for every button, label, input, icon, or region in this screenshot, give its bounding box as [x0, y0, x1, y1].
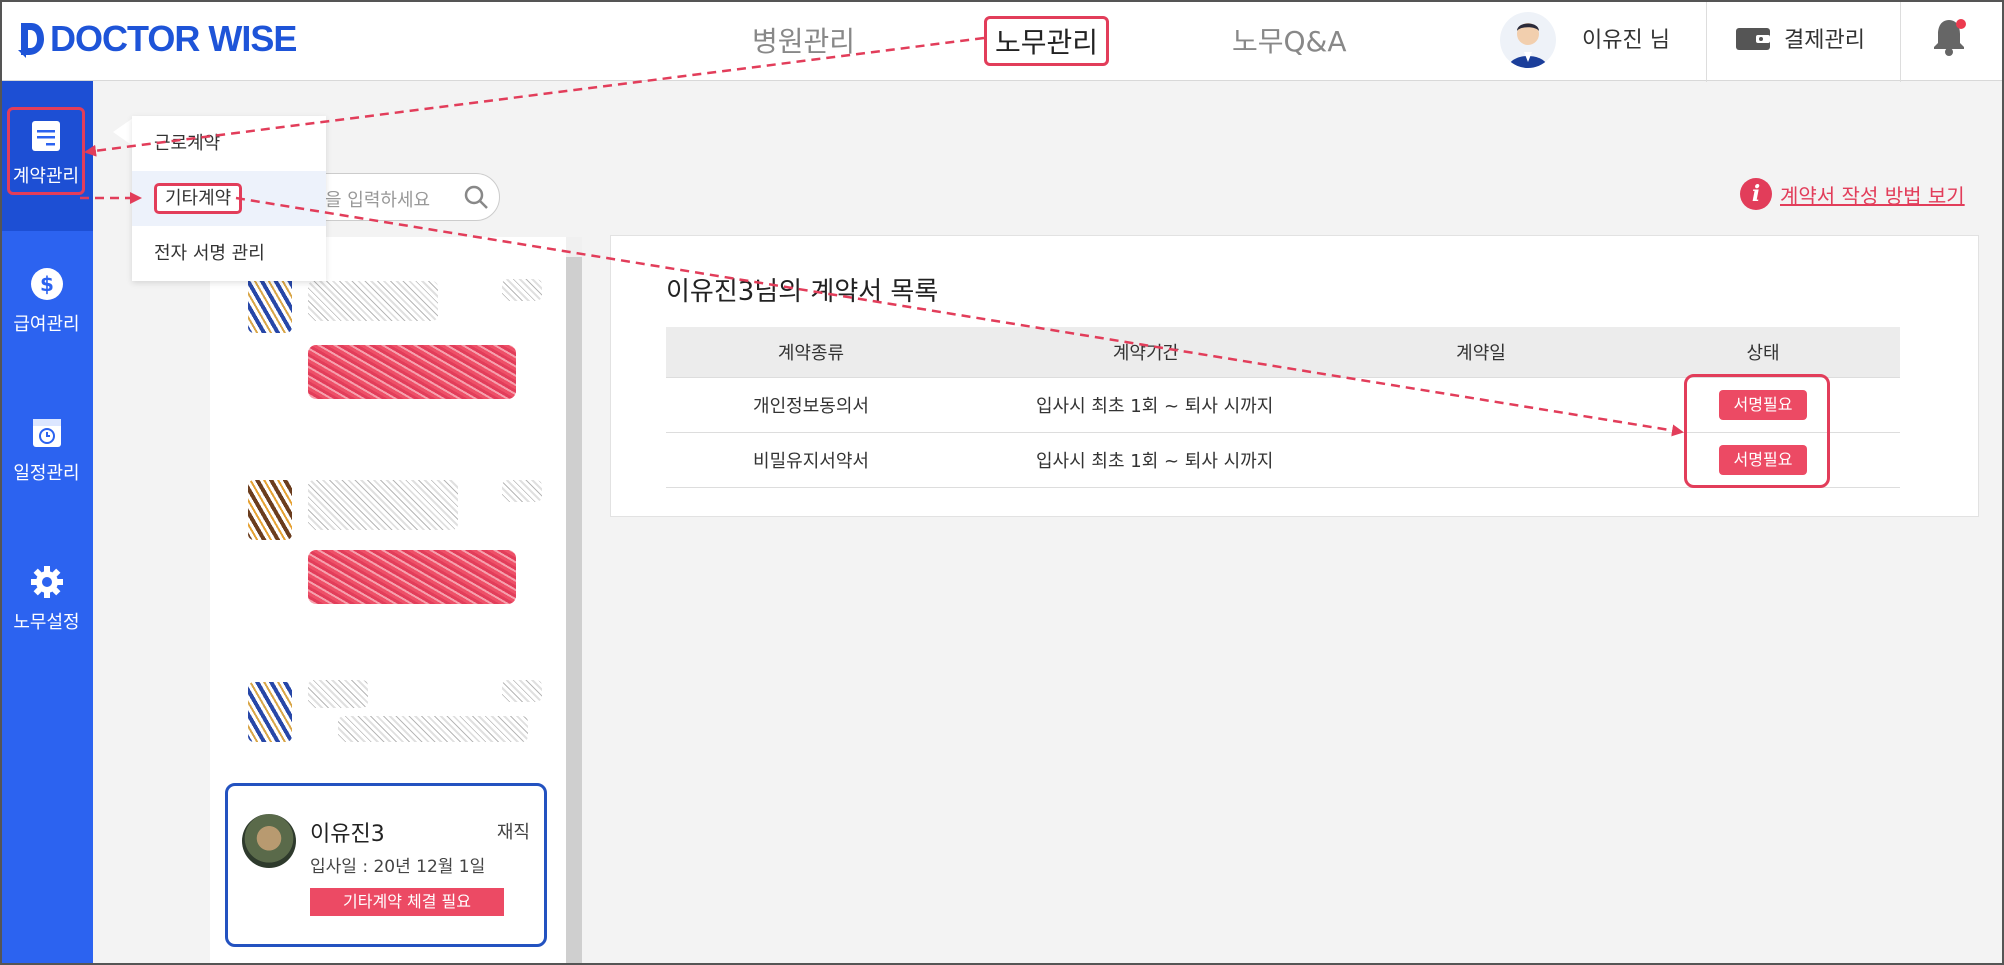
submenu-item-labor-contract[interactable]: 근로계약 [132, 116, 326, 171]
page-title: 이유진3님의 계약서 목록 [666, 277, 939, 307]
redacted-text [502, 680, 542, 702]
submenu-item-label: 근로계약 [154, 133, 221, 154]
dollar-icon: $ [30, 268, 63, 300]
redacted-avatar [248, 480, 292, 540]
user-name[interactable]: 이유진 님 [1582, 22, 1670, 54]
redacted-text [308, 281, 438, 321]
logo[interactable]: DOCTOR WISE [18, 18, 297, 59]
annotation-highlight-box [1684, 374, 1830, 488]
redacted-avatar [248, 273, 292, 333]
payment-management-button[interactable]: 결제관리 [1736, 22, 1865, 54]
submenu-item-label: 전자 서명 관리 [154, 243, 265, 264]
search-placeholder: 을 입력하세요 [325, 190, 431, 211]
redacted-avatar [248, 682, 292, 742]
notification-bell-icon[interactable] [1930, 16, 1968, 56]
nav-labor-qna[interactable]: 노무Q&A [1232, 20, 1347, 60]
sidebar-item-contract[interactable]: 계약관리 [7, 107, 85, 195]
employee-card-redacted[interactable] [238, 263, 558, 413]
submenu-item-label: 기타계약 [154, 183, 243, 214]
redacted-text [308, 480, 458, 530]
sidebar-item-label: 급여관리 [13, 314, 80, 335]
employee-hire-date: 입사일 : 20년 12월 1일 [310, 857, 486, 877]
employee-status: 재직 [496, 822, 530, 843]
user-avatar-icon [1508, 23, 1548, 68]
column-header: 계약일 [1336, 327, 1626, 378]
sidebar-item-label: 계약관리 [12, 166, 80, 187]
employee-card-redacted[interactable] [238, 470, 558, 620]
sidebar-item-schedule[interactable]: 일정관리 [0, 415, 93, 485]
redacted-text [308, 680, 368, 708]
contract-type: 개인정보동의서 [666, 377, 956, 433]
logo-mark-icon [18, 23, 44, 58]
calendar-icon [32, 419, 61, 447]
contract-submenu: 근로계약 기타계약 전자 서명 관리 [132, 116, 326, 281]
submenu-item-e-signature[interactable]: 전자 서명 관리 [132, 226, 326, 281]
contract-type: 비밀유지서약서 [666, 432, 956, 488]
header-divider [1900, 2, 1901, 82]
nav-hospital-management[interactable]: 병원관리 [752, 20, 855, 60]
contract-date [1336, 432, 1626, 488]
sidebar-item-label: 노무설정 [13, 612, 80, 633]
info-icon: i [1740, 178, 1772, 210]
table-header-row: 계약종류 계약기간 계약일 상태 [666, 327, 1900, 378]
employee-name: 이유진3 [310, 822, 385, 847]
redacted-tag [308, 550, 516, 604]
avatar[interactable] [1500, 12, 1556, 68]
dropdown-caret [113, 118, 133, 146]
employee-avatar [242, 814, 296, 868]
contract-period: 입사시 최초 1회 ~ 퇴사 시까지 [956, 432, 1336, 488]
document-icon [32, 121, 60, 151]
logo-text: DOCTOR WISE [50, 18, 297, 59]
payment-label: 결제관리 [1784, 28, 1865, 53]
contract-date [1336, 377, 1626, 433]
submenu-item-other-contract[interactable]: 기타계약 [132, 171, 326, 226]
sidebar-item-label: 일정관리 [13, 463, 80, 484]
header-divider [1706, 2, 1707, 82]
column-header: 계약종류 [666, 327, 956, 378]
sidebar-item-payroll[interactable]: $ 급여관리 [0, 266, 93, 336]
contract-period: 입사시 최초 1회 ~ 퇴사 시까지 [956, 377, 1336, 433]
redacted-text [502, 279, 542, 301]
status-badge: 기타계약 체결 필요 [310, 888, 504, 916]
redacted-text [502, 480, 542, 502]
redacted-tag [308, 345, 516, 399]
sidebar: 계약관리 $ 급여관리 일정관리 노무설정 [0, 81, 93, 965]
top-header: DOCTOR WISE 병원관리 노무관리 노무Q&A 이유진 님 결제관리 [0, 0, 2004, 82]
guide-link-text: 계약서 작성 방법 보기 [1780, 183, 1965, 208]
nav-labor-management[interactable]: 노무관리 [984, 16, 1110, 66]
employee-list-scrollbar[interactable] [566, 237, 582, 965]
svg-text:$: $ [40, 272, 54, 296]
scroll-up-arrow[interactable] [566, 237, 582, 257]
redacted-text [338, 716, 528, 742]
contract-guide-link[interactable]: i 계약서 작성 방법 보기 [1740, 178, 1965, 210]
employee-card-selected[interactable]: 이유진3 재직 입사일 : 20년 12월 1일 기타계약 체결 필요 [225, 783, 547, 947]
column-header: 계약기간 [956, 327, 1336, 378]
search-icon[interactable] [463, 184, 489, 210]
wallet-icon [1736, 28, 1770, 50]
column-header: 상태 [1626, 327, 1900, 378]
sidebar-item-labor-settings[interactable]: 노무설정 [0, 564, 93, 634]
gear-icon [30, 566, 63, 598]
